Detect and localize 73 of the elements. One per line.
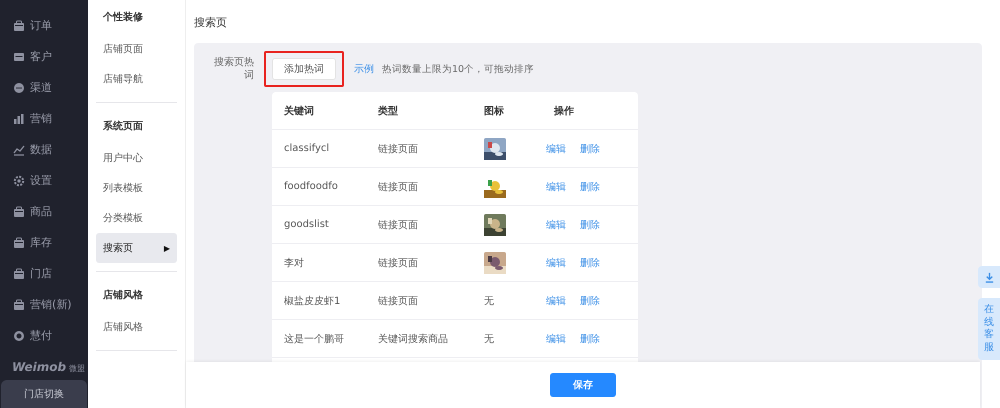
column-header: 类型 [377, 104, 399, 118]
example-link[interactable]: 示例 [354, 62, 374, 76]
section-heading: 店铺风格 [102, 288, 144, 303]
brand-logo: Weimob 微盟 [11, 360, 86, 376]
caret-icon: ▶ [164, 244, 170, 252]
section-heading: 个性装修 [102, 10, 144, 25]
edit-link[interactable]: 编辑 [546, 332, 566, 346]
gear-icon [13, 174, 25, 186]
nav-item[interactable]: 库存 [0, 227, 88, 258]
nav-item[interactable]: 营销(新) [0, 289, 88, 320]
edit-link[interactable]: 编辑 [546, 256, 566, 270]
keyword-cell-text: goodslist [283, 219, 330, 230]
bag-icon [13, 298, 25, 310]
bag-icon [13, 236, 25, 248]
store-switch-button[interactable]: 门店切换 [1, 380, 87, 408]
icon-cell-text: 无 [484, 332, 494, 346]
nav-item[interactable]: 渠道 [0, 72, 88, 103]
subnav-item[interactable]: 店铺导航 [96, 64, 177, 94]
save-button[interactable]: 保存 [550, 373, 616, 397]
type-cell-text: 链接页面 [377, 180, 419, 194]
delete-link[interactable]: 删除 [580, 332, 600, 346]
delete-link[interactable]: 删除 [580, 180, 600, 194]
nav-item[interactable]: 订单 [0, 10, 88, 41]
section-heading: 系统页面 [102, 120, 144, 134]
line-chart-icon [13, 144, 25, 156]
type-cell-text: 关键词搜索商品 [377, 332, 449, 346]
edit-link[interactable]: 编辑 [546, 294, 566, 308]
column-header: 图标 [483, 104, 505, 118]
keyword-cell-text: 椒盐皮皮虾1 [283, 294, 342, 308]
column-header: 操作 [552, 104, 575, 118]
field-label: 搜索页热词 [214, 56, 254, 82]
download-icon [984, 272, 994, 282]
subnav-item[interactable]: 分类模板 [96, 203, 177, 233]
subnav-item[interactable]: 店铺页面 [96, 34, 177, 64]
nav-item[interactable]: 营销 [0, 103, 88, 134]
icon-cell-text: 无 [484, 294, 494, 308]
nav-item[interactable]: 慧付 [0, 320, 88, 351]
type-cell-text: 链接页面 [377, 142, 419, 156]
edit-link[interactable]: 编辑 [546, 142, 566, 156]
delete-link[interactable]: 删除 [580, 294, 600, 308]
edit-link[interactable]: 编辑 [546, 218, 566, 232]
hint-text: 热词数量上限为10个，可拖动排序 [382, 62, 534, 76]
nav-item[interactable]: 门店 [0, 258, 88, 289]
subnav-item[interactable]: 搜索页 ▶ [96, 233, 177, 263]
card-icon [13, 50, 25, 62]
bag-icon [13, 20, 25, 32]
edit-link[interactable]: 编辑 [546, 180, 566, 194]
keyword-cell-text: classifycl [283, 143, 330, 154]
keyword-cell-text: foodfoodfo [283, 181, 339, 192]
bag-icon [13, 206, 25, 218]
type-cell-text: 链接页面 [377, 218, 419, 232]
type-cell-text: 链接页面 [377, 294, 419, 308]
nav-item[interactable]: 数据 [0, 134, 88, 165]
delete-link[interactable]: 删除 [580, 256, 600, 270]
page-title: 搜索页 [194, 15, 228, 30]
nav-item[interactable]: 客户 [0, 41, 88, 72]
bar-chart-icon [13, 112, 25, 124]
keyword-cell-text: 李对 [283, 256, 305, 270]
chat-icon [13, 82, 25, 94]
subnav-item[interactable]: 列表模板 [96, 173, 177, 203]
type-cell-text: 链接页面 [377, 256, 419, 270]
subnav-item[interactable]: 用户中心 [96, 143, 177, 173]
delete-link[interactable]: 删除 [580, 218, 600, 232]
download-button[interactable] [978, 266, 1000, 288]
delete-link[interactable]: 删除 [580, 142, 600, 156]
bag-icon [13, 268, 25, 280]
keyword-cell-text: 这是一个鹏哥 [283, 332, 345, 346]
nav-item[interactable]: 设置 [0, 165, 88, 196]
subnav-item[interactable]: 店铺风格 [96, 312, 177, 342]
coin-icon [13, 330, 25, 342]
nav-item[interactable]: 商品 [0, 196, 88, 227]
column-header: 关键词 [283, 104, 315, 118]
add-hotword-button[interactable]: 添加热词 [272, 58, 336, 80]
